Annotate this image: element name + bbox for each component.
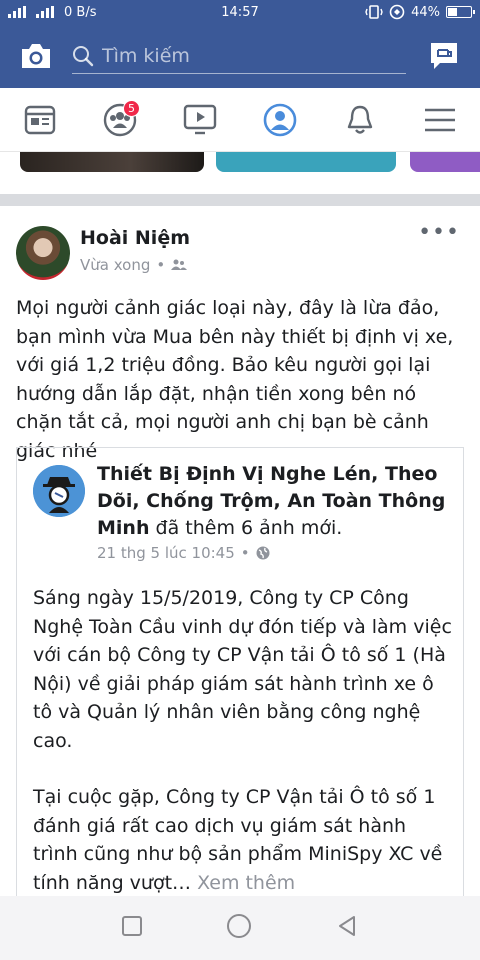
shared-body: Sáng ngày 15/5/2019, Công ty CP Công Ngh… [33, 584, 453, 925]
search-icon [73, 45, 94, 66]
hamburger-menu-icon [425, 108, 455, 131]
status-left: 0 B/s [8, 5, 96, 20]
spy-logo-icon [33, 465, 85, 517]
system-nav-bar [0, 896, 480, 960]
shared-paragraph: Sáng ngày 15/5/2019, Công ty CP Công Ngh… [33, 587, 452, 752]
tab-friends[interactable]: 5 [90, 90, 150, 150]
shared-page-title: Thiết Bị Định Vị Nghe Lén, Theo Dõi, Chố… [97, 461, 457, 542]
post-meta: Vừa xong • [80, 256, 188, 274]
bell-icon [347, 105, 373, 134]
search-bar[interactable] [72, 38, 406, 74]
story-card[interactable] [20, 152, 204, 172]
friends-badge: 5 [123, 99, 140, 117]
camera-button[interactable] [16, 36, 56, 76]
battery-percent: 44% [411, 4, 440, 20]
home-button[interactable] [226, 913, 252, 943]
news-feed-icon [24, 105, 56, 134]
vibrate-icon [365, 5, 383, 19]
stories-strip [0, 152, 480, 172]
author-avatar[interactable] [16, 226, 70, 280]
data-saver-icon [389, 4, 405, 20]
post-time[interactable]: Vừa xong [80, 256, 150, 274]
battery-icon [446, 6, 475, 18]
messenger-button[interactable] [424, 36, 464, 76]
feed-separator [0, 194, 480, 206]
network-speed: 0 B/s [64, 4, 97, 20]
status-right: 44% [365, 4, 475, 20]
globe-icon [256, 546, 270, 560]
feed-post: Hoài Niệm Vừa xong • ••• Mọi người cảnh … [0, 206, 480, 465]
watch-icon [183, 104, 217, 134]
shared-time[interactable]: 21 thg 5 lúc 10:45 [97, 544, 235, 562]
messenger-icon [431, 43, 457, 69]
shared-paragraph: Tại cuộc gặp, Công ty CP Vận tải Ô tô số… [33, 783, 453, 897]
back-icon [338, 916, 355, 936]
post-author[interactable]: Hoài Niệm [80, 227, 190, 249]
recents-button[interactable] [121, 915, 143, 941]
tab-profile[interactable] [250, 90, 310, 150]
tab-news-feed[interactable] [10, 90, 70, 150]
camera-icon [22, 44, 50, 68]
status-bar: 0 B/s 14:57 44% [0, 0, 480, 24]
story-card[interactable] [410, 152, 480, 172]
top-app-bar [0, 24, 480, 88]
meta-dot: • [156, 256, 166, 274]
friends-audience-icon [171, 259, 188, 270]
home-icon [226, 914, 251, 938]
signal-4g-icon [36, 6, 54, 18]
post-options-button[interactable]: ••• [418, 220, 460, 245]
post-header: Hoài Niệm Vừa xong • ••• [0, 206, 480, 286]
post-text: Mọi người cảnh giác loại này, đây là lừa… [16, 297, 454, 462]
shared-post-card[interactable]: Thiết Bị Định Vị Nghe Lén, Theo Dõi, Chố… [16, 447, 464, 907]
story-card[interactable] [216, 152, 396, 172]
signal-icon [8, 6, 26, 18]
recents-icon [122, 916, 143, 936]
shared-meta: 21 thg 5 lúc 10:45 • [97, 544, 270, 562]
tab-watch[interactable] [170, 90, 230, 150]
tab-menu[interactable] [410, 90, 470, 150]
back-button[interactable] [335, 914, 359, 942]
search-input[interactable] [102, 44, 406, 67]
page-avatar[interactable] [33, 465, 85, 517]
meta-dot: • [240, 544, 250, 562]
tab-notifications[interactable] [330, 90, 390, 150]
shared-action: đã thêm 6 ảnh mới. [149, 517, 343, 539]
see-more-link[interactable]: Xem thêm [191, 872, 295, 894]
nav-tabs: 5 [0, 88, 480, 152]
profile-icon [263, 103, 297, 136]
